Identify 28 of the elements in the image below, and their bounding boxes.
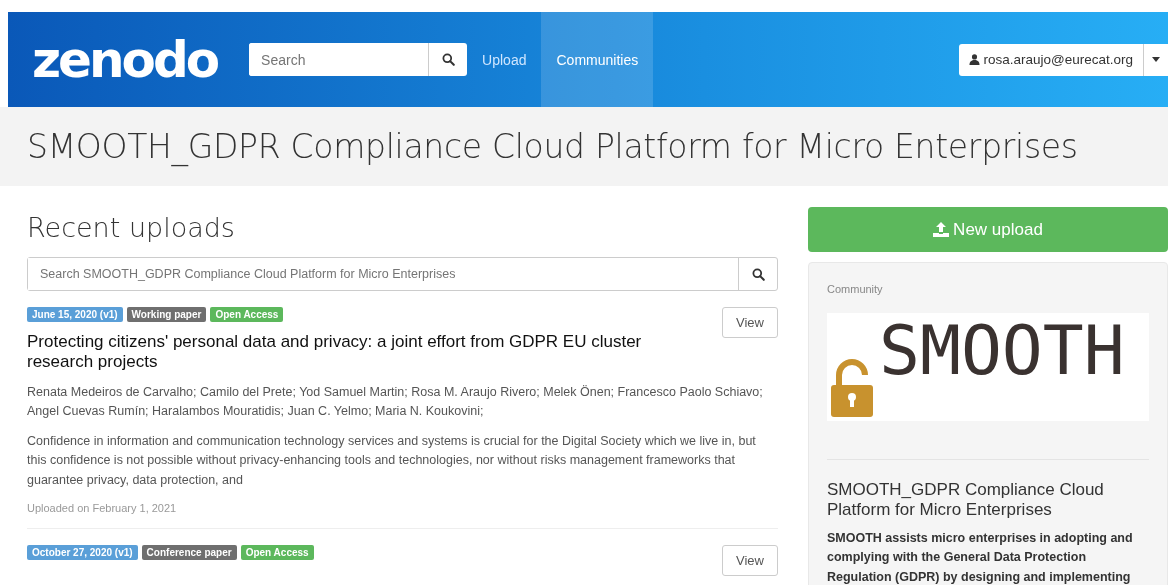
community-description: SMOOTH assists micro enterprises in adopting and complying with the General Data Protection Regulation (GDPR) by designing and implementing [827, 530, 1134, 585]
caret-icon [1152, 57, 1160, 62]
user-email: rosa.araujo@eurecat.org [983, 52, 1133, 67]
search-icon[interactable] [751, 267, 765, 281]
abstract-text: Confidence in information and communication technology services and systems is crucial for the Digital Society which we live in, but this confidence is not possible without privacy-enhancing tools and technologies, nor without risks management frameworks that guarantee privacy, data protection, and [27, 432, 757, 489]
dropdown-button[interactable] [1143, 43, 1168, 76]
badge: Open Access [210, 307, 284, 322]
view-button[interactable]: View [722, 307, 778, 338]
authors-text: Renata Medeiros de Carvalho; Camilo del Prete; Yod Samuel Martin; Rosa M. Araujo Rivero; Melek Önen; Francesco Paolo Schiavo; Angel Cuevas Rumín; Haralambos Mouratidis; Juan C. Yelmo; Maria N. Koukovini; [27, 384, 764, 421]
record-title[interactable]: Protecting citizens' personal data and privacy: a joint effort from GDPR EU cluster research projects [27, 332, 707, 372]
user-icon [969, 54, 981, 65]
badge: October 27, 2020 (v1) [27, 544, 138, 560]
badge: Conference paper [141, 544, 237, 560]
user-menu-button[interactable]: rosa.araujo@eurecat.org [959, 43, 1143, 76]
zenodo-logo[interactable]: zenodo [32, 30, 218, 89]
card-label: Community [827, 283, 884, 295]
badge: June 15, 2020 (v1) [27, 307, 123, 322]
upload-date: Uploaded on February 1, 2021 [27, 501, 178, 514]
badge: Open Access [240, 544, 314, 560]
page-title: SMOOTH_GDPR Compliance Cloud Platform for Micro Enterprises [27, 127, 1078, 166]
badge: Working paper [126, 307, 207, 322]
upload-icon [933, 222, 950, 237]
search-icon[interactable] [441, 53, 455, 66]
view-button[interactable]: View [722, 544, 778, 576]
community-name: SMOOTH_GDPR Compliance Cloud Platform for Micro Enterprises [827, 480, 1105, 520]
logo-text: SMOOTH [879, 317, 1125, 385]
search-bar[interactable]: Search [249, 43, 468, 76]
section-heading: Recent uploads [27, 212, 236, 243]
